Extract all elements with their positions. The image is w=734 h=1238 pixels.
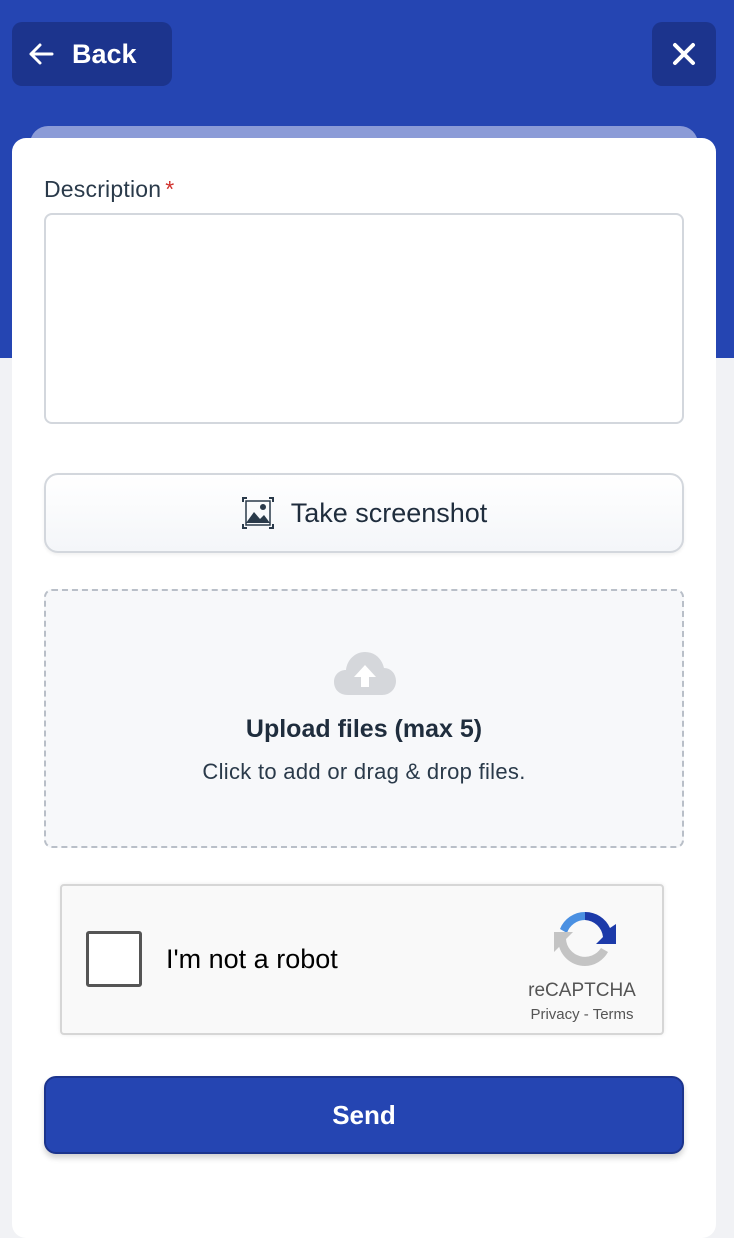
back-button[interactable]: Back [12, 22, 172, 86]
recaptcha-logo-icon [554, 911, 616, 966]
description-label: Description * [44, 176, 174, 203]
recaptcha-links: Privacy - Terms [502, 1006, 662, 1023]
arrow-left-icon [29, 43, 54, 65]
file-upload-dropzone[interactable]: Upload files (max 5) Click to add or dra… [44, 589, 684, 848]
recaptcha-checkbox[interactable] [86, 931, 142, 987]
back-button-label: Back [72, 38, 137, 69]
send-button-label: Send [332, 1099, 396, 1130]
recaptcha-label: I'm not a robot [166, 944, 338, 974]
recaptcha-widget: I'm not a robot reCAPTCHA Privacy - Term… [60, 884, 664, 1035]
take-screenshot-button[interactable]: Take screenshot [44, 473, 684, 553]
upload-subtitle: Click to add or drag & drop files. [202, 759, 526, 784]
recaptcha-privacy-link[interactable]: Privacy [530, 1006, 579, 1023]
close-icon [673, 43, 695, 65]
description-field[interactable] [44, 213, 684, 424]
required-marker: * [165, 176, 175, 202]
recaptcha-terms-link[interactable]: Terms [593, 1006, 634, 1023]
send-button[interactable]: Send [44, 1076, 684, 1154]
recaptcha-link-separator: - [583, 1006, 589, 1023]
take-screenshot-label: Take screenshot [290, 497, 488, 528]
recaptcha-brand: reCAPTCHA [528, 980, 636, 1001]
description-label-text: Description [44, 176, 162, 202]
image-screenshot-icon [241, 497, 274, 529]
upload-title: Upload files (max 5) [245, 715, 483, 743]
close-button[interactable] [652, 22, 716, 86]
cloud-upload-icon [334, 652, 396, 695]
